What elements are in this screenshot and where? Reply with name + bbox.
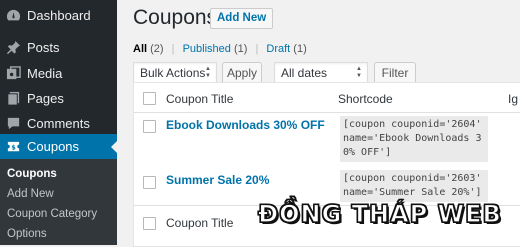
- pin-icon: [5, 39, 21, 55]
- coupon-title-link[interactable]: Summer Sale 20%: [166, 173, 269, 187]
- sidebar-item-media[interactable]: Media: [0, 60, 117, 86]
- submenu-item-add-new[interactable]: Add New: [7, 188, 54, 200]
- sidebar-item-posts[interactable]: Posts: [0, 34, 117, 60]
- sidebar-item-pages[interactable]: Pages: [0, 85, 117, 111]
- filter-published[interactable]: Published: [183, 43, 231, 55]
- sidebar-item-comments[interactable]: Comments: [0, 110, 117, 136]
- sidebar-item-label: Comments: [27, 115, 90, 131]
- column-header-shortcode: Shortcode: [338, 92, 393, 106]
- dashboard-icon: [5, 7, 21, 23]
- column-header-title[interactable]: Coupon Title: [166, 92, 233, 106]
- dates-select[interactable]: All dates ▲▼: [274, 62, 368, 84]
- submenu-item-options[interactable]: Options: [7, 228, 47, 240]
- filter-all-count: (2): [150, 43, 164, 55]
- admin-sidebar: Dashboard Posts Media Pages Comments $ C…: [0, 0, 118, 245]
- bulk-actions-value: Bulk Actions: [140, 66, 206, 80]
- sidebar-item-label: Dashboard: [27, 7, 91, 23]
- sidebar-item-coupons[interactable]: $ Coupons: [0, 134, 118, 159]
- column-footer-title[interactable]: Coupon Title: [166, 216, 233, 230]
- row-checkbox[interactable]: [143, 120, 156, 133]
- shortcode-text: [coupon couponid='2603' name='Summer Sal…: [340, 170, 488, 202]
- watermark-logo-text: ĐỒNG THÁP WEB: [257, 199, 502, 228]
- select-all-checkbox[interactable]: [143, 217, 156, 230]
- table-header: Coupon Title Shortcode Ig: [134, 83, 520, 113]
- sidebar-item-label: Media: [27, 65, 63, 81]
- bulk-actions-select[interactable]: Bulk Actions ▲▼: [133, 62, 217, 84]
- sidebar-item-label: Posts: [27, 39, 60, 55]
- filter-draft[interactable]: Draft: [266, 43, 290, 55]
- sidebar-item-label: Coupons: [27, 139, 80, 154]
- filter-separator: |: [171, 43, 175, 55]
- filter-button[interactable]: Filter: [374, 62, 416, 84]
- add-new-button[interactable]: Add New: [210, 8, 274, 29]
- filter-all[interactable]: All: [133, 43, 147, 55]
- submenu-item-coupon-category[interactable]: Coupon Category: [7, 208, 97, 220]
- filter-separator: |: [255, 43, 259, 55]
- shortcode-text: [coupon couponid='2604' name='Ebook Down…: [340, 116, 488, 162]
- filter-published-count: (1): [233, 43, 248, 55]
- column-header-extra: Ig: [508, 92, 519, 106]
- submenu-item-coupons[interactable]: Coupons: [7, 168, 57, 180]
- svg-text:$: $: [11, 143, 16, 151]
- media-icon: [5, 65, 21, 81]
- pages-icon: [5, 90, 21, 106]
- row-checkbox[interactable]: [143, 176, 156, 189]
- sidebar-item-dashboard[interactable]: Dashboard: [0, 2, 117, 28]
- filter-draft-count: (1): [293, 43, 307, 55]
- apply-button[interactable]: Apply: [222, 62, 262, 84]
- comments-icon: [5, 115, 21, 131]
- page-title: Coupons: [133, 6, 218, 29]
- coupon-icon: $: [5, 139, 21, 155]
- select-all-checkbox[interactable]: [143, 92, 156, 105]
- chevron-down-icon: ▲▼: [356, 66, 362, 79]
- coupons-submenu: Coupons Add New Coupon Category Options: [0, 159, 117, 245]
- status-filter-links: All (2) | Published (1) | Draft (1): [133, 43, 307, 55]
- sidebar-item-label: Pages: [27, 90, 64, 106]
- table-row: Ebook Downloads 30% OFF [coupon couponid…: [134, 113, 520, 166]
- dates-value: All dates: [281, 66, 328, 80]
- chevron-down-icon: ▲▼: [205, 66, 211, 79]
- coupon-title-link[interactable]: Ebook Downloads 30% OFF: [166, 118, 325, 132]
